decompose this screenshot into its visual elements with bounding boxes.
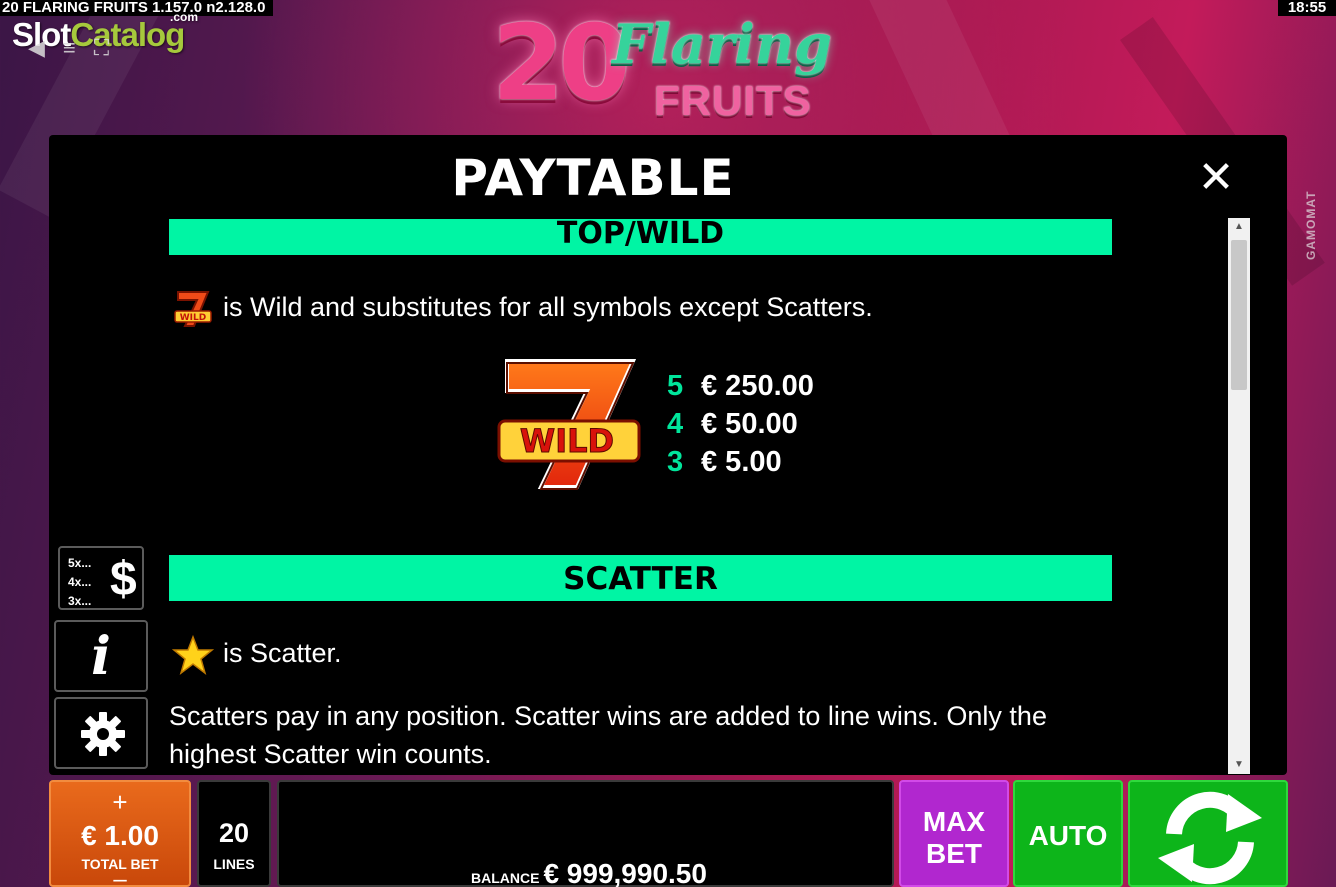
info-button[interactable]: i [54, 620, 148, 692]
paytable-button[interactable]: 5x... 4x... 3x... $ [58, 546, 144, 610]
provider-logo: GAMOMAT [1304, 190, 1318, 260]
lines-value: 20 [218, 818, 250, 848]
clock: 18:55 [1278, 0, 1336, 16]
lines-label: LINES [213, 856, 255, 872]
section-header-wild: TOP/WILD [169, 219, 1112, 255]
gear-icon [81, 712, 125, 756]
balance-display: BALANCE € 999,990.50 [277, 780, 894, 887]
max-bet-label-line2: BET [926, 838, 982, 869]
wild-payouts: 5 € 250.00 4 € 50.00 3 € 5.00 [667, 367, 814, 481]
fullscreen-icon[interactable]: ⛶ [94, 36, 109, 60]
balance-value: € 999,990.50 [543, 858, 707, 887]
sound-icon[interactable]: ◀ [28, 36, 45, 60]
max-bet-label-line1: MAX [922, 806, 986, 837]
payout-count: 5 [667, 369, 684, 402]
logo-word-flaring: Flaring [612, 12, 832, 76]
bottom-bar: + € 1.00 TOTAL BET – 20 LINES BALANCE € 9… [0, 776, 1336, 887]
payout-value: € 50.00 [701, 407, 798, 440]
svg-text:WILD: WILD [180, 313, 206, 323]
payout-row: 5 € 250.00 [667, 367, 814, 405]
bet-increase-button[interactable]: + [51, 789, 189, 815]
spin-button[interactable] [1128, 780, 1288, 887]
dollar-icon: $ [110, 553, 137, 606]
max-bet-button[interactable]: MAX BET [899, 780, 1009, 887]
logo-word-fruits: FRUITS [654, 77, 812, 124]
scatter-rules: Scatters pay in any position. Scatter wi… [169, 701, 1047, 769]
paytable-line: 3x... [68, 594, 92, 608]
settings-button[interactable] [54, 697, 148, 769]
payout-row: 4 € 50.00 [667, 405, 814, 443]
payout-count: 4 [667, 407, 684, 440]
scroll-up-icon[interactable]: ▲ [1228, 218, 1250, 236]
close-icon[interactable]: ✕ [1194, 156, 1238, 202]
scroll-thumb[interactable] [1231, 240, 1247, 390]
info-icon: i [91, 626, 111, 687]
section-header-scatter: SCATTER [169, 555, 1112, 601]
spin-arrows-icon [1158, 791, 1262, 885]
paytable-line: 4x... [68, 575, 92, 589]
paytable-content[interactable]: TOP/WILD WILD is Wild and substitutes fo… [169, 217, 1119, 774]
seven-wild-icon: WILD [497, 359, 641, 490]
balance: BALANCE € 999,990.50 [471, 858, 707, 887]
game-version-title: 20 FLARING FRUITS 1.157.0 n2.128.0 [0, 0, 274, 16]
payout-row: 3 € 5.00 [667, 443, 814, 481]
wild-description: is Wild and substitutes for all symbols … [223, 292, 873, 322]
total-bet-control[interactable]: + € 1.00 TOTAL BET – [49, 780, 191, 887]
balance-label: BALANCE [471, 870, 540, 886]
seven-wild-icon: WILD [174, 291, 212, 327]
menu-icon[interactable]: ≡ [63, 36, 76, 60]
paytable-scrollbar[interactable]: ▲ ▼ [1228, 218, 1250, 774]
paytable-button-text: 5x... 4x... 3x... [68, 554, 91, 611]
logo-number: 20 [492, 2, 631, 124]
total-bet-value: € 1.00 [81, 820, 159, 851]
paytable-title: PAYTABLE [451, 149, 735, 207]
svg-text:WILD: WILD [520, 422, 614, 460]
watermark-suffix: .com [170, 10, 199, 24]
paytable-line: 5x... [68, 556, 92, 570]
payout-value: € 5.00 [701, 445, 782, 478]
lines-display: 20 LINES [197, 780, 271, 887]
top-controls: ◀ ≡ ⛶ [28, 36, 109, 60]
bet-decrease-button[interactable]: – [51, 868, 189, 887]
star-icon [172, 635, 214, 675]
autoplay-button[interactable]: AUTO [1013, 780, 1123, 887]
payout-value: € 250.00 [701, 369, 814, 402]
payout-count: 3 [667, 445, 684, 478]
game-logo: 20 Flaring FRUITS [488, 6, 858, 130]
scroll-down-icon[interactable]: ▼ [1228, 756, 1250, 774]
scatter-description: is Scatter. [223, 638, 342, 668]
